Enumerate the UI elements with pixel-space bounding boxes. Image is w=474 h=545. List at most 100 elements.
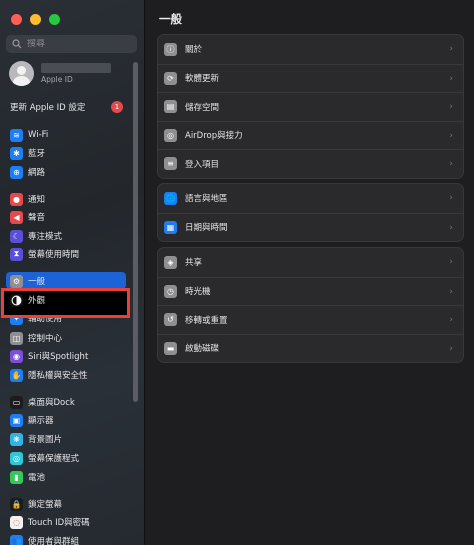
sidebar-item-label: 鎖定螢幕 bbox=[28, 500, 63, 510]
chevron-right-icon: › bbox=[449, 44, 453, 54]
appearance-icon bbox=[10, 293, 23, 307]
dock-icon: ▭ bbox=[10, 395, 23, 409]
sidebar-item-label: 專注模式 bbox=[28, 232, 63, 242]
software-update-icon: ⟳ bbox=[164, 71, 177, 85]
language-globe-icon: 🌐 bbox=[164, 191, 177, 205]
account-subtitle: Apple ID bbox=[41, 75, 73, 84]
sidebar-item-label: 背景圖片 bbox=[28, 435, 63, 445]
storage-icon: ▤ bbox=[164, 100, 177, 114]
search-input[interactable] bbox=[27, 39, 132, 49]
sidebar-item[interactable]: ❋ 背景圖片 bbox=[10, 431, 62, 447]
settings-group: ◈ 共享 › ◷ 時光機 › ↺ 移轉或重置 › ▬ 啟動磁碟 › bbox=[157, 247, 464, 363]
sidebar-item[interactable]: ◫ 控制中心 bbox=[10, 330, 62, 346]
settings-group: ⓘ 關於 › ⟳ 軟體更新 › ▤ 儲存空間 › ◎ AirDrop與接力 › ≡ 登入項目 › bbox=[157, 34, 464, 179]
sharing-icon: ◈ bbox=[164, 255, 177, 269]
settings-row[interactable]: ↺ 移轉或重置 › bbox=[158, 305, 463, 334]
users-icon: 👥 bbox=[10, 534, 23, 545]
sidebar-item-label: 通知 bbox=[28, 195, 46, 205]
sidebar-scrollbar[interactable] bbox=[133, 62, 138, 402]
display-icon: ▣ bbox=[10, 413, 23, 427]
close-window-button[interactable] bbox=[11, 14, 22, 25]
chevron-right-icon: › bbox=[449, 102, 453, 112]
apple-id-account[interactable]: Apple ID bbox=[9, 61, 111, 86]
settings-row[interactable]: ◈ 共享 › bbox=[158, 248, 463, 277]
settings-row-label: 軟體更新 bbox=[185, 74, 220, 85]
settings-row[interactable]: ▦ 日期與時間 › bbox=[158, 212, 463, 242]
sidebar-item-label: 外觀 bbox=[28, 296, 46, 306]
sidebar-item-label: 網路 bbox=[28, 168, 46, 178]
chevron-right-icon: › bbox=[449, 286, 453, 297]
startup-disk-icon: ▬ bbox=[164, 341, 177, 355]
sidebar-item[interactable]: ▣ 顯示器 bbox=[10, 412, 54, 428]
settings-row[interactable]: ▤ 儲存空間 › bbox=[158, 92, 463, 121]
settings-row-label: 移轉或重置 bbox=[185, 315, 228, 326]
settings-row-label: 日期與時間 bbox=[185, 223, 228, 234]
sidebar-item-label: 螢幕使用時間 bbox=[28, 250, 80, 260]
bluetooth-icon: ✱ bbox=[10, 146, 23, 160]
hourglass-icon: ⧗ bbox=[10, 247, 23, 261]
settings-row-label: 時光機 bbox=[185, 287, 211, 298]
settings-row-label: 啟動磁碟 bbox=[185, 344, 220, 355]
sidebar-item[interactable]: ◀ 聲音 bbox=[10, 209, 45, 225]
wifi-icon: ≋ bbox=[10, 128, 23, 142]
minimize-window-button[interactable] bbox=[30, 14, 41, 25]
sidebar-item[interactable]: ◌ Touch ID與密碼 bbox=[10, 514, 90, 530]
sidebar-item-label: Touch ID與密碼 bbox=[28, 518, 90, 528]
account-name-redacted bbox=[41, 63, 111, 73]
sidebar-item[interactable]: ⊕ 網路 bbox=[10, 164, 45, 180]
sidebar-item[interactable]: ≋ Wi-Fi bbox=[10, 127, 48, 143]
settings-row[interactable]: ⓘ 關於 › bbox=[158, 35, 463, 64]
sidebar-item-appearance[interactable]: 外觀 bbox=[10, 292, 45, 308]
settings-row-label: 關於 bbox=[185, 45, 203, 56]
sidebar-item-label: 藍牙 bbox=[28, 149, 46, 159]
sidebar-item[interactable]: ⚙ 一般 bbox=[10, 273, 45, 289]
battery-icon: ▮ bbox=[10, 470, 23, 484]
main-panel: 一般 ⓘ 關於 › ⟳ 軟體更新 › ▤ 儲存空間 › ◎ AirDrop與接力 › ≡ 登入項目 › 🌐 語言… bbox=[146, 0, 474, 545]
globe-icon: ⊕ bbox=[10, 165, 23, 179]
chevron-right-icon: › bbox=[449, 222, 453, 233]
sidebar-item[interactable]: ▮ 電池 bbox=[10, 469, 45, 485]
chevron-right-icon: › bbox=[449, 73, 453, 84]
airdrop-icon: ◎ bbox=[164, 128, 177, 142]
settings-row[interactable]: ⟳ 軟體更新 › bbox=[158, 63, 463, 93]
sidebar-item[interactable]: ◉ Siri與Spotlight bbox=[10, 348, 88, 364]
sidebar-item[interactable]: 🔒 鎖定螢幕 bbox=[10, 496, 62, 512]
settings-row[interactable]: ≡ 登入項目 › bbox=[158, 149, 463, 178]
reset-icon: ↺ bbox=[164, 313, 177, 327]
sidebar-item[interactable]: ⧗ 螢幕使用時間 bbox=[10, 246, 79, 262]
settings-group: 🌐 語言與地區 › ▦ 日期與時間 › bbox=[157, 183, 464, 242]
sidebar-item-label: 顯示器 bbox=[28, 416, 54, 426]
sidebar-item-label: Siri與Spotlight bbox=[28, 352, 89, 362]
lock-icon: 🔒 bbox=[10, 497, 23, 511]
zoom-window-button[interactable] bbox=[49, 14, 60, 25]
update-apple-id-row[interactable]: 更新 Apple ID 設定 1 bbox=[10, 101, 123, 113]
sidebar-item[interactable]: ✋ 隱私權與安全性 bbox=[10, 367, 88, 383]
avatar bbox=[9, 61, 34, 86]
chevron-right-icon: › bbox=[449, 159, 453, 169]
settings-row[interactable]: ▬ 啟動磁碟 › bbox=[158, 333, 463, 363]
settings-row-label: 登入項目 bbox=[185, 159, 220, 170]
sidebar-item-label: 桌面與Dock bbox=[28, 398, 75, 408]
chevron-right-icon: › bbox=[449, 193, 453, 203]
sidebar-item[interactable]: ◎ 螢幕保護程式 bbox=[10, 450, 79, 466]
sidebar-item[interactable]: ☾ 專注模式 bbox=[10, 228, 62, 244]
settings-row-label: 語言與地區 bbox=[185, 194, 228, 205]
sidebar-item-label: 隱私權與安全性 bbox=[28, 371, 88, 381]
wallpaper-icon: ❋ bbox=[10, 432, 23, 446]
chevron-right-icon: › bbox=[449, 315, 453, 325]
sidebar-item[interactable]: ▭ 桌面與Dock bbox=[10, 394, 75, 410]
settings-row[interactable]: ◎ AirDrop與接力 › bbox=[158, 120, 463, 150]
settings-row[interactable]: 🌐 語言與地區 › bbox=[158, 184, 463, 213]
notification-badge: 1 bbox=[111, 101, 123, 113]
fingerprint-icon: ◌ bbox=[10, 515, 23, 529]
settings-row-label: AirDrop與接力 bbox=[185, 131, 243, 142]
search-field[interactable] bbox=[6, 35, 137, 53]
settings-row-label: 共享 bbox=[185, 258, 203, 269]
sidebar-item[interactable]: ● 通知 bbox=[10, 191, 45, 207]
sidebar-item[interactable]: 👥 使用者與群組 bbox=[10, 533, 79, 545]
sidebar-item-label: 控制中心 bbox=[28, 334, 63, 344]
sidebar-item-label: 螢幕保護程式 bbox=[28, 454, 80, 464]
sidebar-item-label: Wi-Fi bbox=[28, 130, 49, 140]
sidebar-item[interactable]: ✱ 藍牙 bbox=[10, 145, 45, 161]
settings-row[interactable]: ◷ 時光機 › bbox=[158, 276, 463, 306]
